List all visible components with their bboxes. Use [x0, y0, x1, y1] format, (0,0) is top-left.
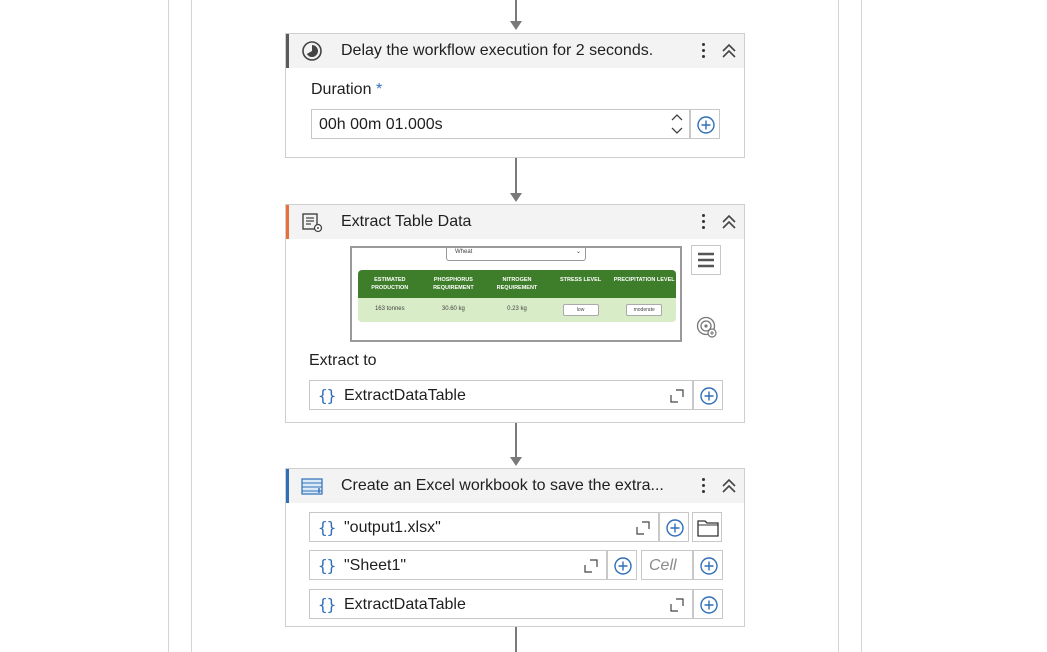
hamburger-menu-icon[interactable] [691, 245, 721, 275]
sheet-add-button[interactable] [607, 550, 637, 580]
more-options-icon[interactable] [698, 475, 708, 497]
delay-card-header[interactable]: Delay the workflow execution for 2 secon… [286, 34, 744, 68]
connector-line [515, 627, 517, 652]
expand-editor-icon[interactable] [670, 598, 684, 612]
expand-editor-icon[interactable] [636, 521, 650, 535]
table-preview-image[interactable]: Wheat ⌄ ESTIMATED PRODUCTION PHOSPHORUS R… [350, 246, 682, 342]
sheet-name-input[interactable]: {} "Sheet1" [309, 550, 607, 580]
required-mark: * [375, 81, 383, 98]
target-indicate-icon[interactable] [696, 316, 718, 338]
timer-icon [302, 41, 322, 61]
preview-cell: 0.23 kg [507, 306, 527, 312]
preview-header-cell: PRECIPITATION LEVEL [613, 277, 675, 283]
expand-editor-icon[interactable] [584, 559, 598, 573]
excel-card-title: Create an Excel workbook to save the ext… [341, 477, 664, 494]
canvas-border-left-outer [168, 0, 169, 652]
collapse-icon[interactable] [720, 41, 738, 61]
connector-line [515, 0, 517, 22]
preview-cell: 30.60 kg [441, 306, 465, 312]
preview-header-cell: ESTIMATED PRODUCTION [371, 277, 409, 291]
duration-input[interactable]: 00h 00m 01.000s [311, 109, 690, 139]
preview-table-row: 163 tonnes 30.60 kg 0.23 kg low moderate [358, 298, 676, 322]
preview-cell: low [549, 298, 613, 322]
duration-spinner-icon[interactable] [671, 112, 683, 136]
extract-table-icon [302, 213, 323, 233]
browse-folder-button[interactable] [692, 512, 722, 542]
canvas-border-left-inner [191, 0, 192, 652]
delay-card-title: Delay the workflow execution for 2 secon… [341, 42, 654, 59]
file-path-input[interactable]: {} "output1.xlsx" [309, 512, 659, 542]
extract-to-input[interactable]: {} ExtractDataTable [309, 380, 693, 410]
excel-sheet-icon [301, 478, 323, 495]
plus-circle-icon [697, 116, 715, 134]
preview-crop-dropdown: Wheat ⌄ [446, 248, 586, 261]
more-options-icon[interactable] [698, 211, 708, 233]
connector-line [515, 423, 517, 458]
data-table-value[interactable]: ExtractDataTable [344, 596, 466, 614]
canvas-border-right-outer [861, 0, 862, 652]
collapse-icon[interactable] [720, 476, 738, 496]
sheet-name-value[interactable]: "Sheet1" [344, 557, 406, 575]
data-table-input[interactable]: {} ExtractDataTable [309, 589, 693, 619]
duration-value[interactable]: 00h 00m 01.000s [319, 116, 443, 134]
expression-braces-icon: {} [318, 595, 336, 614]
file-path-value[interactable]: "output1.xlsx" [344, 519, 441, 537]
canvas-border-right-inner [838, 0, 839, 652]
preview-cell: moderate [612, 298, 676, 322]
connector-arrow [510, 193, 522, 202]
preview-header-cell: STRESS LEVEL [559, 277, 602, 283]
expression-braces-icon: {} [318, 518, 336, 537]
plus-circle-icon [700, 387, 718, 405]
preview-header-cell: PHOSPHORUS REQUIREMENT [433, 277, 474, 291]
plus-circle-icon [700, 596, 718, 614]
connector-arrow [510, 21, 522, 30]
extract-to-label: Extract to [309, 352, 377, 369]
plus-circle-icon [614, 557, 632, 575]
extract-card-title: Extract Table Data [341, 213, 472, 230]
connector-arrow [510, 457, 522, 466]
duration-add-button[interactable] [690, 109, 720, 139]
file-path-add-button[interactable] [659, 512, 689, 542]
cell-add-button[interactable] [693, 550, 723, 580]
extract-card-header[interactable]: Extract Table Data [286, 205, 744, 239]
cell-input[interactable]: Cell [641, 550, 693, 580]
collapse-icon[interactable] [720, 212, 738, 232]
data-table-add-button[interactable] [693, 589, 723, 619]
expression-braces-icon: {} [318, 386, 336, 405]
duration-label: Duration * [311, 81, 383, 98]
folder-icon [697, 520, 719, 537]
preview-cell: 163 tonnes [374, 306, 405, 312]
plus-circle-icon [700, 557, 718, 575]
cell-placeholder[interactable]: Cell [649, 557, 677, 575]
extract-to-value[interactable]: ExtractDataTable [344, 387, 466, 405]
more-options-icon[interactable] [698, 40, 708, 62]
plus-circle-icon [666, 519, 684, 537]
excel-card-header[interactable]: Create an Excel workbook to save the ext… [286, 469, 744, 503]
expand-editor-icon[interactable] [670, 389, 684, 403]
connector-line [515, 158, 517, 194]
expression-braces-icon: {} [318, 556, 336, 575]
preview-table-header: ESTIMATED PRODUCTION PHOSPHORUS REQUIREM… [358, 270, 676, 298]
extract-to-add-button[interactable] [693, 380, 723, 410]
preview-header-cell: NITROGEN REQUIREMENT [496, 277, 538, 291]
